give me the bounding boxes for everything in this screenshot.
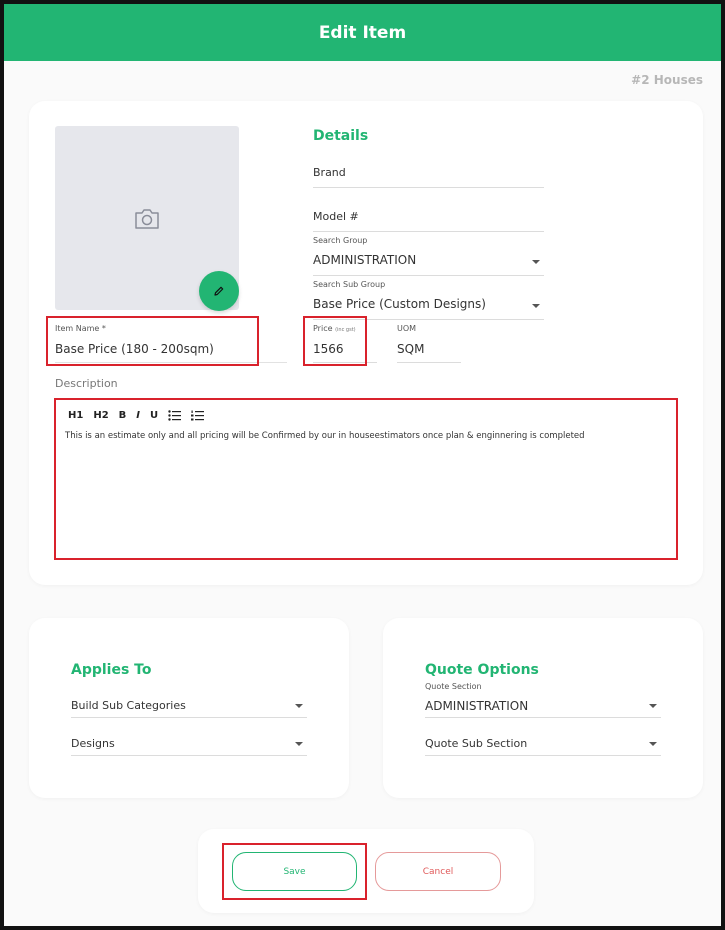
brand-field[interactable]: Brand bbox=[313, 164, 544, 188]
search-group-value: ADMINISTRATION bbox=[313, 253, 417, 267]
search-sub-group-label: Search Sub Group bbox=[313, 280, 386, 289]
editor-toolbar: H1 H2 B I U bbox=[68, 410, 205, 421]
uom-label: UOM bbox=[397, 324, 417, 333]
chevron-down-icon bbox=[532, 260, 540, 264]
chevron-down-icon bbox=[532, 304, 540, 308]
brand-placeholder: Brand bbox=[313, 166, 346, 179]
quote-section-label: Quote Section bbox=[425, 682, 482, 691]
chevron-down-icon bbox=[295, 742, 303, 746]
underline-button[interactable]: U bbox=[150, 410, 158, 421]
quote-section-select[interactable]: Quote Section ADMINISTRATION bbox=[425, 682, 661, 718]
description-editor[interactable]: H1 H2 B I U This is an estimate only and… bbox=[54, 398, 678, 560]
item-name-field[interactable]: Item Name * Base Price (180 - 200sqm) bbox=[55, 322, 287, 363]
designs-placeholder: Designs bbox=[71, 737, 115, 750]
quote-sub-section-select[interactable]: Quote Sub Section bbox=[425, 735, 661, 756]
h1-button[interactable]: H1 bbox=[68, 410, 83, 421]
chevron-down-icon bbox=[295, 704, 303, 708]
uom-field[interactable]: UOM SQM bbox=[397, 322, 461, 363]
chevron-down-icon bbox=[649, 742, 657, 746]
bullet-list-icon[interactable] bbox=[168, 410, 182, 421]
edit-item-window: Edit Item #2 Houses Details Brand Model … bbox=[0, 0, 725, 930]
model-field[interactable]: Model # bbox=[313, 208, 544, 232]
camera-icon bbox=[135, 209, 159, 229]
build-sub-categories-select[interactable]: Build Sub Categories bbox=[71, 697, 307, 718]
search-sub-group-value: Base Price (Custom Designs) bbox=[313, 297, 486, 311]
description-label: Description bbox=[55, 377, 118, 390]
search-group-select[interactable]: Search Group ADMINISTRATION bbox=[313, 236, 544, 276]
applies-to-title: Applies To bbox=[71, 662, 152, 678]
price-field[interactable]: Price (inc gst) 1566 bbox=[313, 322, 377, 363]
search-group-label: Search Group bbox=[313, 236, 368, 245]
quote-section-value: ADMINISTRATION bbox=[425, 699, 529, 713]
italic-button[interactable]: I bbox=[136, 410, 140, 421]
numbered-list-icon[interactable] bbox=[191, 410, 205, 421]
h2-button[interactable]: H2 bbox=[93, 410, 108, 421]
save-button[interactable]: Save bbox=[232, 852, 357, 891]
item-name-value: Base Price (180 - 200sqm) bbox=[55, 342, 214, 356]
project-reference: #2 Houses bbox=[631, 73, 703, 87]
search-sub-group-select[interactable]: Search Sub Group Base Price (Custom Desi… bbox=[313, 280, 544, 320]
cancel-button[interactable]: Cancel bbox=[375, 852, 501, 891]
chevron-down-icon bbox=[649, 704, 657, 708]
details-title: Details bbox=[313, 128, 369, 144]
model-placeholder: Model # bbox=[313, 210, 359, 223]
bold-button[interactable]: B bbox=[119, 410, 127, 421]
header-bar: Edit Item bbox=[4, 4, 721, 61]
price-value: 1566 bbox=[313, 342, 344, 356]
build-sub-categories-placeholder: Build Sub Categories bbox=[71, 699, 186, 712]
edit-image-button[interactable] bbox=[199, 271, 239, 311]
pencil-icon bbox=[214, 286, 224, 296]
quote-options-title: Quote Options bbox=[425, 662, 539, 678]
uom-value: SQM bbox=[397, 342, 425, 356]
description-text: This is an estimate only and all pricing… bbox=[65, 431, 585, 441]
price-label: Price (inc gst) bbox=[313, 324, 356, 333]
designs-select[interactable]: Designs bbox=[71, 735, 307, 756]
item-name-label: Item Name * bbox=[55, 324, 106, 333]
page-title: Edit Item bbox=[318, 22, 407, 43]
quote-sub-section-placeholder: Quote Sub Section bbox=[425, 737, 528, 750]
